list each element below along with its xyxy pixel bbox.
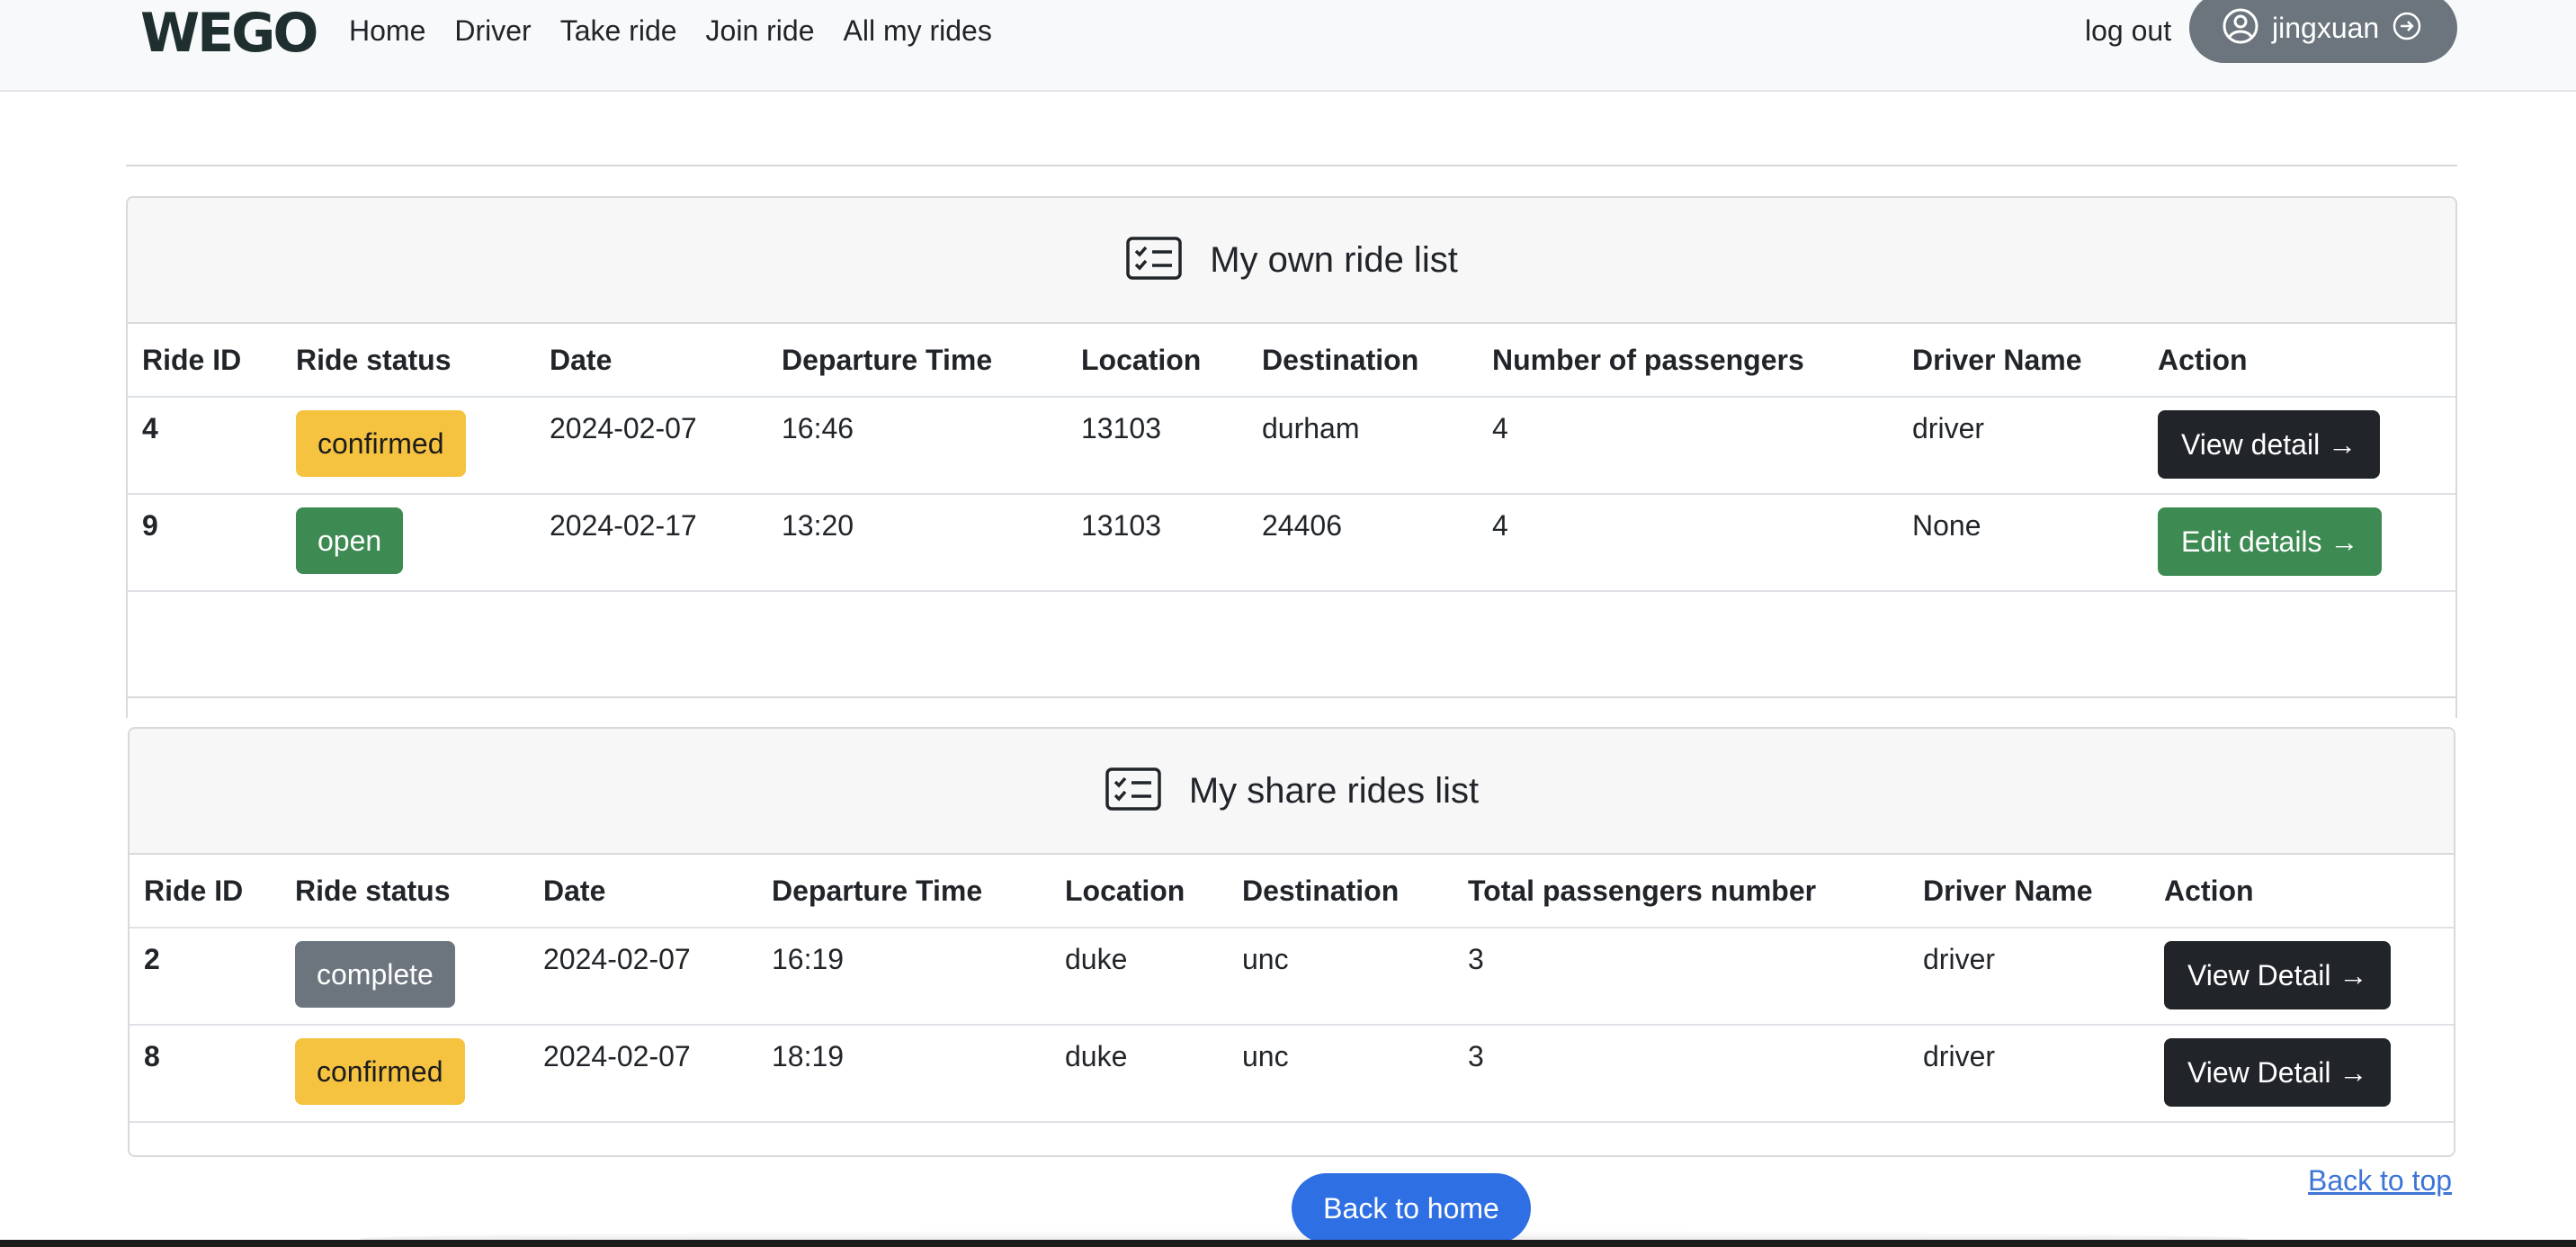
ride-id: 9 <box>128 494 282 592</box>
action-cell: View Detail → <box>2150 1025 2454 1123</box>
share-ride-table: Ride ID Ride status Date Departure Time … <box>130 855 2454 1123</box>
ride-id: 4 <box>128 397 282 495</box>
location: 13103 <box>1067 397 1248 495</box>
passenger-count: 4 <box>1478 397 1898 495</box>
nav-link-driver[interactable]: Driver <box>454 11 531 50</box>
table-row: 9 open 2024-02-17 13:20 13103 24406 4 No… <box>128 494 2455 592</box>
brand-logo[interactable]: WEGO <box>140 4 318 63</box>
ride-id: 2 <box>130 928 281 1026</box>
table-header-row: Ride ID Ride status Date Departure Time … <box>130 855 2454 929</box>
own-ride-list-title: My own ride list <box>1210 239 1458 280</box>
card-divider <box>126 696 2457 698</box>
window-bottom-edge <box>0 1240 2576 1247</box>
nav-link-take-ride[interactable]: Take ride <box>560 11 677 50</box>
table-header-row: Ride ID Ride status Date Departure Time … <box>128 324 2455 398</box>
view-detail-button[interactable]: View detail → <box>2158 410 2381 479</box>
back-to-home-button[interactable]: Back to home <box>1292 1173 1531 1243</box>
column-header: Driver Name <box>1909 855 2150 929</box>
departure-time: 16:46 <box>767 397 1067 495</box>
status-badge: open <box>296 507 404 574</box>
own-ride-list-header: My own ride list <box>128 198 2455 324</box>
navbar: WEGO Home Driver Take ride Join ride All… <box>0 0 2576 92</box>
departure-time: 13:20 <box>767 494 1067 592</box>
status-badge: confirmed <box>296 410 466 477</box>
nav-links: Home Driver Take ride Join ride All my r… <box>349 11 992 50</box>
share-ride-list-title: My share rides list <box>1188 770 1480 811</box>
own-ride-list-card: My own ride list Ride ID Ride status Dat… <box>126 196 2457 718</box>
user-menu-button[interactable]: jingxuan <box>2189 0 2457 63</box>
share-ride-list-header: My share rides list <box>130 729 2454 855</box>
driver-name: driver <box>1909 1025 2150 1123</box>
column-header: Action <box>2143 324 2455 398</box>
passenger-count: 4 <box>1478 494 1898 592</box>
ride-status-cell: open <box>282 494 535 592</box>
nav-link-join-ride[interactable]: Join ride <box>706 11 815 50</box>
table-row: 2 complete 2024-02-07 16:19 duke unc 3 d… <box>130 928 2454 1026</box>
nav-link-home[interactable]: Home <box>349 11 425 50</box>
location: duke <box>1051 928 1228 1026</box>
arrow-circle-right-icon <box>2392 11 2422 46</box>
ride-status-cell: confirmed <box>281 1025 529 1123</box>
checklist-card-icon <box>1105 767 1162 816</box>
destination: durham <box>1248 397 1478 495</box>
ride-date: 2024-02-07 <box>529 1025 757 1123</box>
column-header: Departure Time <box>757 855 1051 929</box>
column-header: Location <box>1051 855 1228 929</box>
status-badge: complete <box>295 941 455 1008</box>
view-detail-button[interactable]: View Detail → <box>2164 1038 2392 1107</box>
passenger-count: 3 <box>1453 1025 1909 1123</box>
column-header: Action <box>2150 855 2454 929</box>
share-ride-list-card: My share rides list Ride ID Ride status … <box>128 727 2455 1157</box>
column-header: Location <box>1067 324 1248 398</box>
card-border-left <box>126 594 128 698</box>
location: 13103 <box>1067 494 1248 592</box>
destination: unc <box>1228 928 1453 1026</box>
location: duke <box>1051 1025 1228 1123</box>
column-header: Ride ID <box>130 855 281 929</box>
own-ride-table: Ride ID Ride status Date Departure Time … <box>128 324 2455 592</box>
table-row: 8 confirmed 2024-02-07 18:19 duke unc 3 … <box>130 1025 2454 1123</box>
departure-time: 18:19 <box>757 1025 1051 1123</box>
driver-name: None <box>1898 494 2143 592</box>
driver-name: driver <box>1909 928 2150 1026</box>
driver-name: driver <box>1898 397 2143 495</box>
column-header: Date <box>529 855 757 929</box>
column-header: Destination <box>1248 324 1478 398</box>
passenger-count: 3 <box>1453 928 1909 1026</box>
card-border-right <box>2455 594 2457 698</box>
divider <box>126 165 2457 166</box>
action-cell: View Detail → <box>2150 928 2454 1026</box>
checklist-card-icon <box>1125 236 1183 285</box>
destination: unc <box>1228 1025 1453 1123</box>
status-badge: confirmed <box>295 1038 465 1105</box>
action-cell: Edit details → <box>2143 494 2455 592</box>
action-cell: View detail → <box>2143 397 2455 495</box>
column-header: Ride status <box>282 324 535 398</box>
table-row: 4 confirmed 2024-02-07 16:46 13103 durha… <box>128 397 2455 495</box>
ride-date: 2024-02-07 <box>535 397 767 495</box>
column-header: Number of passengers <box>1478 324 1898 398</box>
column-header: Date <box>535 324 767 398</box>
ride-status-cell: confirmed <box>282 397 535 495</box>
user-circle-icon <box>2222 7 2259 49</box>
column-header: Departure Time <box>767 324 1067 398</box>
column-header: Ride ID <box>128 324 282 398</box>
edit-details-button[interactable]: Edit details → <box>2158 507 2383 576</box>
column-header: Driver Name <box>1898 324 2143 398</box>
column-header: Destination <box>1228 855 1453 929</box>
column-header: Total passengers number <box>1453 855 1909 929</box>
destination: 24406 <box>1248 494 1478 592</box>
departure-time: 16:19 <box>757 928 1051 1026</box>
username-label: jingxuan <box>2272 12 2380 44</box>
logout-link[interactable]: log out <box>2085 11 2171 50</box>
view-detail-button[interactable]: View Detail → <box>2164 941 2392 1009</box>
nav-link-all-my-rides[interactable]: All my rides <box>843 11 991 50</box>
column-header: Ride status <box>281 855 529 929</box>
back-to-top-link[interactable]: Back to top <box>2308 1164 2452 1198</box>
ride-date: 2024-02-17 <box>535 494 767 592</box>
ride-id: 8 <box>130 1025 281 1123</box>
ride-date: 2024-02-07 <box>529 928 757 1026</box>
ride-status-cell: complete <box>281 928 529 1026</box>
